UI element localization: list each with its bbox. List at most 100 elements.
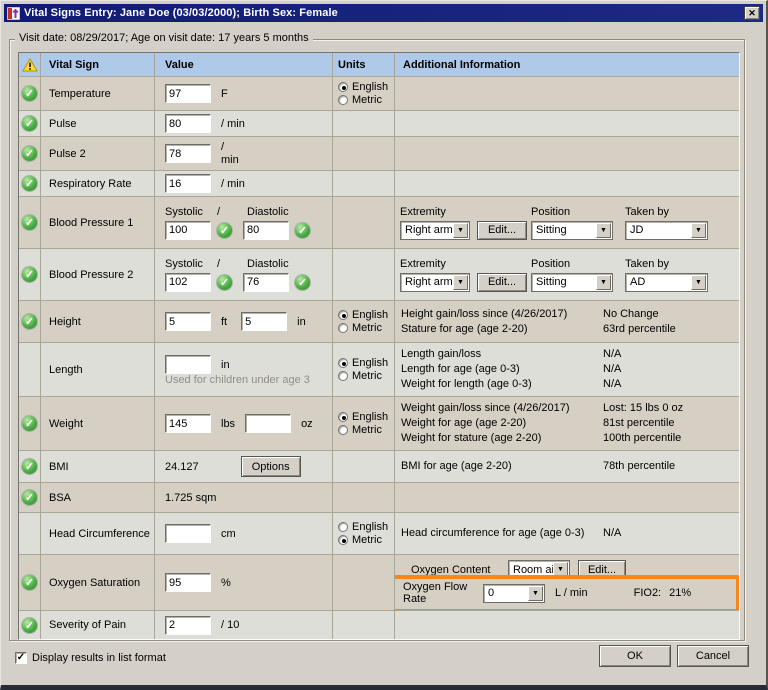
flow-unit-label: L / min xyxy=(555,587,588,599)
units-english-radio[interactable]: English xyxy=(338,309,388,321)
bp2-position-dropdown[interactable]: Sitting▼ xyxy=(531,273,613,292)
fio2-value: 21% xyxy=(669,587,691,599)
vital-sign-label: BSA xyxy=(41,483,155,513)
close-button[interactable]: ✕ xyxy=(744,6,760,20)
dropdown-value: JD xyxy=(627,224,691,236)
bp2-extremity-dropdown[interactable]: Right arm▼ xyxy=(400,273,470,292)
checkbox-icon: ✓ xyxy=(15,652,27,664)
bp1-diastolic-input[interactable] xyxy=(243,221,289,240)
oxygen-flow-rate-dropdown[interactable]: 0▼ xyxy=(483,584,545,603)
height-in-input[interactable] xyxy=(241,312,287,331)
units-english-radio[interactable]: English xyxy=(338,81,388,93)
unit-top: / xyxy=(221,141,239,154)
info-value: Lost: 15 lbs 0 oz xyxy=(603,401,739,416)
radio-icon xyxy=(338,535,348,545)
radio-label: English xyxy=(352,521,388,533)
bp1-taken-by-dropdown[interactable]: JD▼ xyxy=(625,221,708,240)
oxygen-flow-rate-label: Oxygen Flow Rate xyxy=(403,581,483,605)
radio-label: English xyxy=(352,309,388,321)
header-vital-sign: Vital Sign xyxy=(41,53,155,77)
table-row-blood-pressure-2: Blood Pressure 2 Systolic / Diastolic xyxy=(19,249,739,301)
cancel-button[interactable]: Cancel xyxy=(677,645,749,667)
radio-label: Metric xyxy=(352,370,382,382)
radio-icon xyxy=(338,323,348,333)
respiratory-rate-input[interactable] xyxy=(165,174,211,193)
vital-sign-label: Pulse xyxy=(41,111,155,137)
extremity-label: Extremity xyxy=(400,206,470,218)
unit-label: / min xyxy=(221,118,245,130)
table-row-length: Length in Used for children under age 3 … xyxy=(19,343,739,397)
vital-sign-label: BMI xyxy=(41,451,155,483)
bp2-edit-button[interactable]: Edit... xyxy=(477,273,527,292)
oxygen-saturation-input[interactable] xyxy=(165,573,211,592)
unit-label: F xyxy=(221,88,228,100)
pulse-input[interactable] xyxy=(165,114,211,133)
units-english-radio[interactable]: English xyxy=(338,411,388,423)
units-english-radio[interactable]: English xyxy=(338,521,388,533)
bp1-systolic-input[interactable] xyxy=(165,221,211,240)
check-icon xyxy=(294,222,311,239)
dropdown-value: 0 xyxy=(485,587,528,599)
oxygen-content-dropdown[interactable]: Room air▼ xyxy=(508,560,570,579)
diastolic-label: Diastolic xyxy=(247,258,289,270)
severity-of-pain-input[interactable] xyxy=(165,616,211,635)
pulse2-input[interactable] xyxy=(165,144,211,163)
table-row-head-circumference: Head Circumference cm English Metric Hea… xyxy=(19,513,739,555)
table-row-respiratory-rate: Respiratory Rate / min xyxy=(19,171,739,197)
weight-lbs-input[interactable] xyxy=(165,414,211,433)
table-row-bmi: BMI 24.127 Options BMI for age (age 2-20… xyxy=(19,451,739,483)
unit-label: ft xyxy=(221,316,227,328)
check-icon xyxy=(21,266,38,283)
oxygen-content-label: Oxygen Content xyxy=(411,564,508,576)
vital-sign-label: Weight xyxy=(41,397,155,451)
header-value: Value xyxy=(155,53,333,77)
units-metric-radio[interactable]: Metric xyxy=(338,534,382,546)
app-icon xyxy=(7,7,20,20)
dropdown-value: AD xyxy=(627,276,691,288)
info-value: N/A xyxy=(603,377,739,392)
check-icon xyxy=(21,145,38,162)
units-metric-radio[interactable]: Metric xyxy=(338,94,382,106)
radio-label: English xyxy=(352,81,388,93)
chevron-down-icon: ▼ xyxy=(596,275,611,290)
vital-sign-label: Respiratory Rate xyxy=(41,171,155,197)
vital-sign-label: Severity of Pain xyxy=(41,611,155,639)
diastolic-label: Diastolic xyxy=(247,206,289,218)
vital-sign-label: Height xyxy=(41,301,155,343)
display-list-format-checkbox[interactable]: ✓ Display results in list format xyxy=(15,652,166,664)
systolic-label: Systolic xyxy=(165,206,217,218)
height-ft-input[interactable] xyxy=(165,312,211,331)
bp-separator: / xyxy=(217,258,247,270)
bmi-options-button[interactable]: Options xyxy=(241,456,301,477)
head-circumference-input[interactable] xyxy=(165,524,211,543)
units-english-radio[interactable]: English xyxy=(338,357,388,369)
bp2-diastolic-input[interactable] xyxy=(243,273,289,292)
warning-icon xyxy=(22,58,38,72)
units-metric-radio[interactable]: Metric xyxy=(338,322,382,334)
length-input[interactable] xyxy=(165,355,211,374)
ok-button[interactable]: OK xyxy=(599,645,671,667)
systolic-label: Systolic xyxy=(165,258,217,270)
taken-by-label: Taken by xyxy=(625,206,708,218)
check-icon xyxy=(21,313,38,330)
dropdown-value: Right arm xyxy=(402,224,453,236)
temperature-input[interactable] xyxy=(165,84,211,103)
units-metric-radio[interactable]: Metric xyxy=(338,424,382,436)
bp2-systolic-input[interactable] xyxy=(165,273,211,292)
info-key: Weight for length (age 0-3) xyxy=(401,377,603,392)
units-metric-radio[interactable]: Metric xyxy=(338,370,382,382)
weight-oz-input[interactable] xyxy=(245,414,291,433)
radio-icon xyxy=(338,310,348,320)
bp1-edit-button[interactable]: Edit... xyxy=(477,221,527,240)
info-key: Head circumference for age (age 0-3) xyxy=(401,526,603,541)
oxygen-content-edit-button[interactable]: Edit... xyxy=(578,560,626,579)
bp1-extremity-dropdown[interactable]: Right arm▼ xyxy=(400,221,470,240)
info-key: BMI for age (age 2-20) xyxy=(401,459,603,474)
bp1-position-dropdown[interactable]: Sitting▼ xyxy=(531,221,613,240)
table-row-pulse2: Pulse 2 / min xyxy=(19,137,739,171)
table-row-pulse: Pulse / min xyxy=(19,111,739,137)
vital-signs-dialog: Vital Signs Entry: Jane Doe (03/03/2000)… xyxy=(0,0,768,690)
bp2-taken-by-dropdown[interactable]: AD▼ xyxy=(625,273,708,292)
bmi-value: 24.127 xyxy=(165,461,199,473)
bp-separator: / xyxy=(217,206,247,218)
